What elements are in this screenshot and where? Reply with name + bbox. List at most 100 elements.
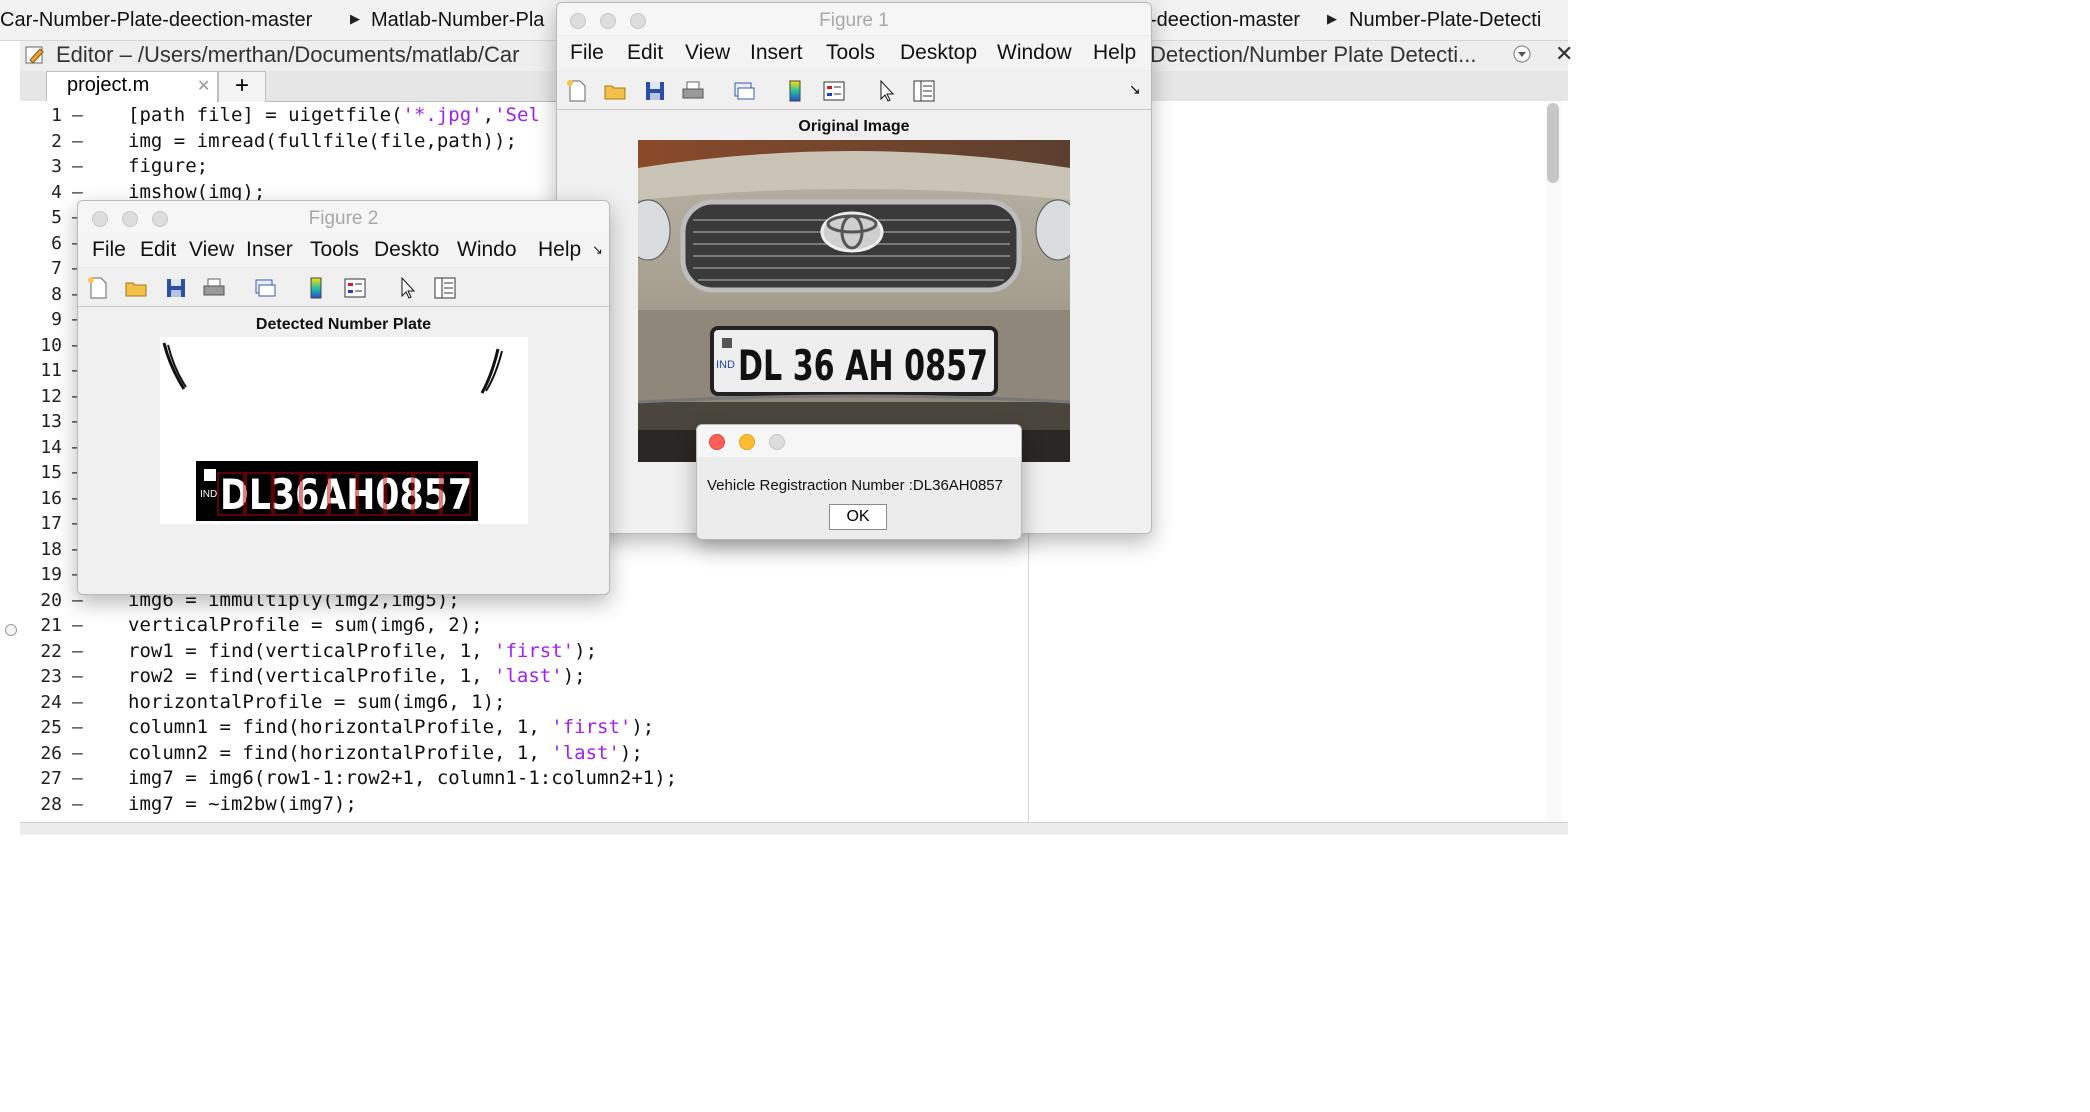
- scrollbar-thumb[interactable]: [1547, 103, 1559, 183]
- line-number: 19: [40, 564, 62, 585]
- code-line[interactable]: column2 = find(horizontalProfile, 1, 'la…: [128, 742, 643, 764]
- breadcrumb-item[interactable]: Car-Number-Plate-deection-master: [0, 9, 312, 32]
- tab-close-icon[interactable]: ✕: [197, 76, 210, 96]
- menu-file[interactable]: File: [570, 41, 604, 65]
- menu-insert[interactable]: Insert: [750, 41, 803, 65]
- line-marker[interactable]: –: [72, 641, 83, 662]
- line-number: 18: [40, 538, 62, 560]
- detected-plate-prefix: IND: [200, 489, 217, 500]
- menu-file[interactable]: File: [92, 238, 132, 262]
- vertical-scrollbar[interactable]: [1546, 101, 1562, 823]
- colorbar-icon[interactable]: [783, 79, 807, 103]
- editor-title: Editor – /Users/merthan/Documents/matlab…: [56, 42, 520, 67]
- legend-icon[interactable]: [343, 276, 367, 300]
- string-literal: 'Sel: [494, 104, 540, 126]
- menu-edit[interactable]: Edit: [140, 238, 178, 262]
- line-marker[interactable]: –: [72, 131, 83, 152]
- menu-desktop[interactable]: Deskto: [374, 238, 444, 262]
- print-icon[interactable]: [202, 276, 226, 300]
- line-marker[interactable]: –: [72, 615, 83, 636]
- line-marker[interactable]: –: [72, 743, 83, 764]
- menu-window[interactable]: Windo: [457, 238, 527, 262]
- link-plot-icon[interactable]: [732, 79, 756, 103]
- figure1-titlebar[interactable]: Figure 1: [557, 3, 1151, 35]
- dialog-zoom-icon[interactable]: [769, 434, 785, 450]
- breadcrumb-item[interactable]: -deection-master: [1150, 9, 1300, 32]
- line-number: 23: [40, 666, 62, 687]
- dialog-minimize-icon[interactable]: [739, 434, 755, 450]
- menu-tools[interactable]: Tools: [826, 41, 875, 65]
- code-line[interactable]: row2 = find(verticalProfile, 1, 'last');: [128, 665, 586, 687]
- dock-arrow-icon[interactable]: ↘: [1129, 81, 1141, 98]
- line-marker[interactable]: –: [72, 692, 83, 713]
- dialog-titlebar[interactable]: [697, 425, 1021, 457]
- line-marker[interactable]: –: [72, 156, 83, 177]
- line-number: 15: [40, 462, 62, 483]
- menu-insert[interactable]: Inser: [246, 238, 298, 262]
- result-dialog: Vehicle Registraction Number :DL36AH0857…: [696, 424, 1022, 540]
- link-plot-icon[interactable]: [253, 276, 277, 300]
- line-number: 9: [51, 309, 62, 330]
- code-line[interactable]: verticalProfile = sum(img6, 2);: [128, 614, 483, 636]
- line-marker[interactable]: –: [72, 105, 83, 126]
- line-marker[interactable]: –: [72, 768, 83, 789]
- print-icon[interactable]: [681, 79, 705, 103]
- property-editor-icon[interactable]: [433, 276, 457, 300]
- open-folder-icon[interactable]: [124, 276, 148, 300]
- editor-options-icon[interactable]: [1512, 44, 1532, 70]
- figure2-titlebar[interactable]: Figure 2: [78, 201, 609, 233]
- line-number: 25: [40, 717, 62, 738]
- code-line[interactable]: img = imread(fullfile(file,path));: [128, 130, 517, 152]
- menu-desktop[interactable]: Desktop: [900, 41, 977, 65]
- figure2-canvas: Detected Number Plate IND DL36AH0857: [78, 307, 609, 594]
- line-marker[interactable]: –: [72, 794, 83, 815]
- tab-project-m[interactable]: project.m ✕: [46, 71, 218, 102]
- figure2-toolbar: [78, 268, 609, 307]
- code-line[interactable]: horizontalProfile = sum(img6, 1);: [128, 691, 506, 713]
- save-icon[interactable]: [164, 276, 188, 300]
- new-figure-icon[interactable]: [86, 276, 110, 300]
- line-marker[interactable]: –: [72, 666, 83, 687]
- line-number: 11: [40, 360, 62, 381]
- breadcrumb-item[interactable]: Number-Plate-Detecti: [1349, 9, 1541, 32]
- editor-close-icon[interactable]: ✕: [1555, 41, 1573, 67]
- code-line[interactable]: [path file] = uigetfile('*.jpg','Sel: [128, 104, 540, 126]
- dialog-close-icon[interactable]: [709, 434, 725, 450]
- code-line[interactable]: img7 = img6(row1-1:row2+1, column1-1:col…: [128, 767, 677, 789]
- dialog-message: Vehicle Registraction Number :DL36AH0857: [707, 477, 1003, 494]
- code-line[interactable]: row1 = find(verticalProfile, 1, 'first')…: [128, 640, 597, 662]
- open-folder-icon[interactable]: [603, 79, 627, 103]
- menu-window[interactable]: Window: [997, 41, 1072, 65]
- code-line[interactable]: column1 = find(horizontalProfile, 1, 'fi…: [128, 716, 654, 738]
- new-figure-icon[interactable]: [565, 79, 589, 103]
- line-number: 5: [51, 207, 62, 228]
- menu-help[interactable]: Help: [538, 238, 582, 262]
- breadcrumb-item[interactable]: Matlab-Number-Pla: [371, 9, 544, 32]
- menu-overflow-icon[interactable]: ↘: [592, 242, 603, 258]
- breakpoint-marker-icon[interactable]: [5, 624, 17, 636]
- pointer-icon[interactable]: [396, 276, 420, 300]
- pointer-icon[interactable]: [875, 79, 899, 103]
- legend-icon[interactable]: [822, 79, 846, 103]
- menu-view[interactable]: View: [685, 41, 730, 65]
- line-number: 16: [40, 487, 62, 509]
- menu-tools[interactable]: Tools: [310, 238, 362, 262]
- property-editor-icon[interactable]: [912, 79, 936, 103]
- figure2-title: Figure 2: [308, 208, 379, 229]
- figure2-menubar: File Edit View Inser Tools Deskto Windo …: [78, 233, 609, 267]
- menu-view[interactable]: View: [189, 238, 235, 262]
- save-icon[interactable]: [643, 79, 667, 103]
- menu-edit[interactable]: Edit: [627, 41, 663, 65]
- line-marker[interactable]: –: [72, 717, 83, 738]
- string-literal: 'last': [551, 741, 620, 764]
- figure2-window: Figure 2 File Edit View Inser Tools Desk…: [77, 200, 610, 595]
- line-number: 6: [51, 232, 62, 254]
- code-line[interactable]: figure;: [128, 155, 208, 177]
- new-tab-button[interactable]: +: [218, 71, 266, 102]
- detected-plate-image: IND DL36AH0857: [160, 337, 528, 524]
- ok-button[interactable]: OK: [829, 504, 887, 530]
- colorbar-icon[interactable]: [304, 276, 328, 300]
- line-number: 1: [51, 105, 62, 126]
- code-line[interactable]: img7 = ~im2bw(img7);: [128, 793, 357, 815]
- menu-help[interactable]: Help: [1093, 41, 1136, 65]
